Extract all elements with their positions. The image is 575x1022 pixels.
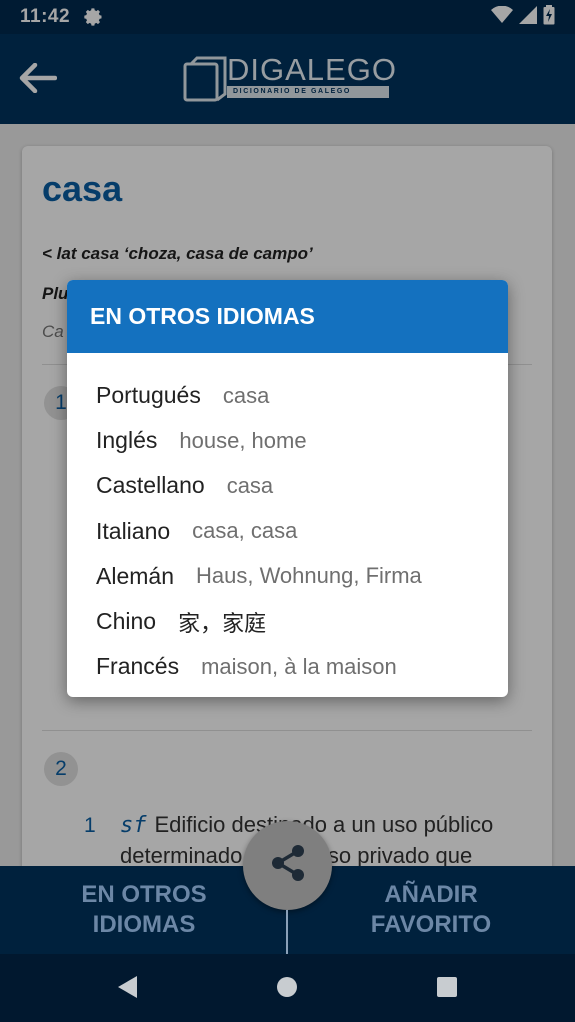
language-name: Portugués — [96, 382, 201, 409]
language-row-italiano: Italiano casa, casa — [96, 509, 508, 554]
language-translation: maison, à la maison — [201, 653, 397, 679]
dialog-title: EN OTROS IDIOMAS — [67, 280, 508, 353]
language-name: Castellano — [96, 472, 205, 499]
language-row-frances: Francés maison, à la maison — [96, 644, 508, 689]
other-languages-button[interactable]: EN OTROS IDIOMAS — [44, 880, 244, 940]
nav-back-button[interactable] — [112, 974, 142, 1004]
language-row-chino: Chino 家，家庭 — [96, 599, 508, 644]
language-translation: Haus, Wohnung, Firma — [195, 563, 422, 589]
nav-home-button[interactable] — [272, 974, 302, 1004]
nav-recents-button[interactable] — [432, 974, 462, 1004]
share-icon — [266, 841, 310, 890]
language-row-aleman: Alemán Haus, Wohnung, Firma — [96, 554, 508, 599]
language-name: Francés — [96, 653, 180, 680]
language-list: Portugués casa Inglés house, home Castel… — [67, 353, 508, 689]
language-row-ingles: Inglés house, home — [96, 418, 508, 463]
share-button[interactable] — [243, 821, 332, 910]
circle-home-icon — [276, 976, 298, 1003]
language-translation: 家，家庭 — [178, 611, 267, 637]
language-translation: house, home — [179, 427, 307, 453]
language-translation: casa, casa — [192, 518, 298, 544]
language-translation: casa — [226, 472, 274, 498]
language-name: Chino — [96, 608, 157, 635]
language-name: Italiano — [96, 517, 171, 544]
language-name: Alemán — [96, 562, 174, 589]
language-row-portugues: Portugués casa — [96, 373, 508, 418]
other-languages-dialog: EN OTROS IDIOMAS Portugués casa Inglés h… — [67, 280, 508, 697]
language-row-castellano: Castellano casa — [96, 463, 508, 508]
language-translation: casa — [222, 382, 270, 408]
system-nav-bar — [0, 954, 575, 1022]
language-name: Inglés — [96, 427, 158, 454]
action-divider — [286, 910, 288, 954]
square-recents-icon — [436, 976, 458, 1003]
triangle-back-icon — [116, 975, 138, 1004]
add-favorite-button[interactable]: AÑADIR FAVORITO — [331, 880, 531, 940]
